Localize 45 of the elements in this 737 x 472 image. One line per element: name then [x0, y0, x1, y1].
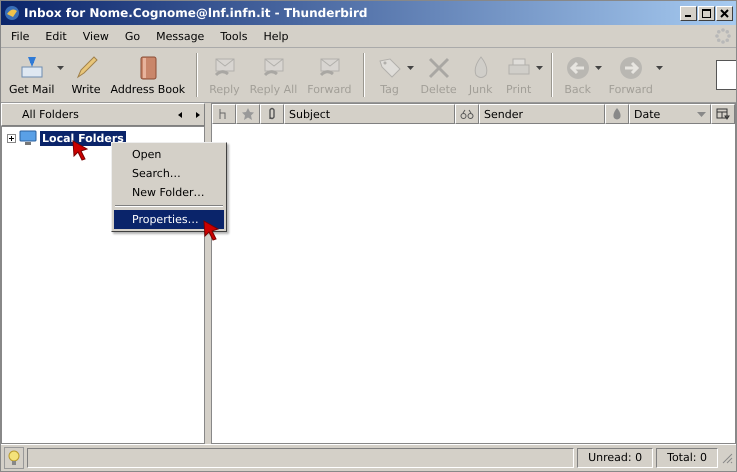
- resize-grip-icon[interactable]: [721, 452, 733, 464]
- context-menu-item[interactable]: Properties…: [114, 210, 224, 229]
- column-picker-icon: [716, 107, 730, 121]
- folder-item[interactable]: Local Folders: [40, 130, 126, 146]
- close-icon: [720, 8, 729, 18]
- menu-item[interactable]: Message: [150, 28, 210, 44]
- unread-count: Unread: 0: [577, 448, 654, 468]
- total-count: Total: 0: [656, 448, 718, 468]
- window-title: Inbox for Nome.Cognome@lnf.infn.it - Thunderbird: [24, 6, 368, 20]
- search-field[interactable]: [716, 60, 736, 90]
- column-header[interactable]: [711, 104, 735, 124]
- column-header[interactable]: [455, 104, 479, 124]
- menu-item[interactable]: View: [76, 28, 115, 44]
- menu-item[interactable]: Help: [257, 28, 295, 44]
- context-menu-item[interactable]: New Folder…: [114, 183, 224, 202]
- column-header[interactable]: [212, 104, 236, 124]
- toolbar-button[interactable]: Address Book: [106, 52, 190, 98]
- view-switch-arrows-icon[interactable]: [178, 110, 200, 118]
- maximize-icon: [702, 8, 711, 18]
- menu-item[interactable]: Go: [118, 28, 146, 44]
- maximize-button[interactable]: [698, 6, 715, 20]
- folder-view-label: All Folders: [22, 108, 79, 121]
- close-button[interactable]: [716, 6, 733, 20]
- pointer-arrow-icon: [202, 219, 220, 241]
- context-menu-item[interactable]: Open: [114, 145, 224, 164]
- column-header[interactable]: Sender: [479, 104, 605, 124]
- bird-icon: [4, 5, 20, 21]
- dropdown-arrow-icon[interactable]: [57, 66, 64, 70]
- menu-item[interactable]: Edit: [39, 28, 73, 44]
- context-menu-item[interactable]: Search…: [114, 164, 224, 183]
- column-header[interactable]: Subject: [284, 104, 455, 124]
- toolbar-button[interactable]: Get Mail: [5, 52, 58, 98]
- column-header[interactable]: Date: [629, 104, 711, 124]
- toolbar-button[interactable]: Write: [67, 52, 104, 98]
- expander-icon[interactable]: [7, 134, 16, 142]
- minimize-button[interactable]: [680, 6, 697, 20]
- menu-item[interactable]: Tools: [214, 28, 254, 44]
- activity-icon: [714, 27, 732, 45]
- computer-icon: [19, 130, 37, 146]
- sort-arrow-icon: [697, 112, 706, 116]
- glasses-icon: [460, 107, 474, 121]
- column-header[interactable]: [260, 104, 284, 124]
- menu-item[interactable]: File: [5, 28, 36, 44]
- lightbulb-icon: [4, 447, 24, 469]
- star-icon: [241, 107, 255, 121]
